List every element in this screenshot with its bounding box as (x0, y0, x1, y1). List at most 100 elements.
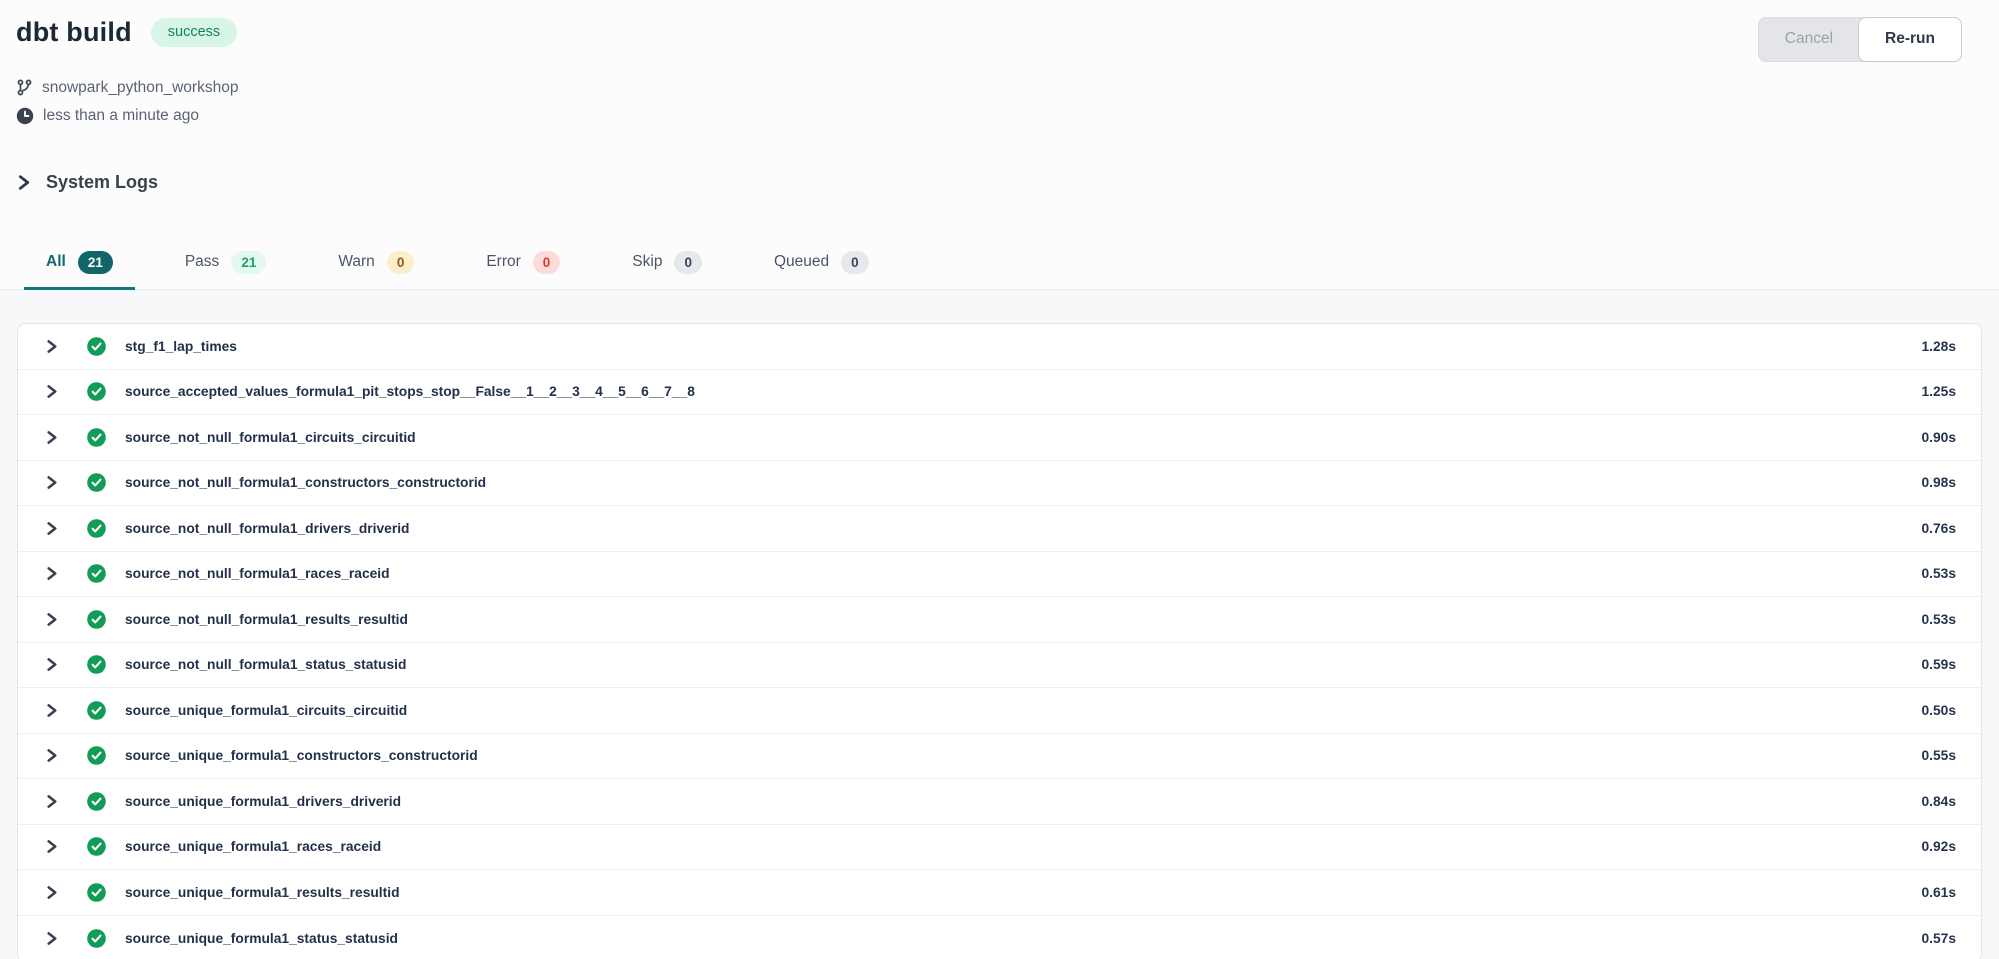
cancel-button[interactable]: Cancel (1759, 18, 1859, 61)
tab-warn[interactable]: Warn 0 (316, 251, 436, 291)
result-name: source_not_null_formula1_constructors_co… (125, 475, 486, 490)
tab-label: Warn (338, 253, 374, 271)
results-section: stg_f1_lap_times 1.28s source_accepted_v… (0, 290, 1999, 959)
table-row[interactable]: source_unique_formula1_circuits_circuiti… (18, 688, 1981, 734)
chevron-right-icon (16, 174, 31, 191)
tab-label: Skip (632, 253, 662, 271)
time-ago: less than a minute ago (43, 107, 199, 125)
table-row[interactable]: source_unique_formula1_constructors_cons… (18, 734, 1981, 780)
check-circle-icon (87, 929, 106, 948)
result-name: source_unique_formula1_status_statusid (125, 931, 398, 946)
check-circle-icon (87, 837, 106, 856)
expand-row-button[interactable] (42, 794, 60, 809)
tab-count-badge: 21 (78, 251, 113, 275)
tab-pass[interactable]: Pass 21 (163, 251, 289, 291)
result-name: source_not_null_formula1_drivers_driveri… (125, 521, 409, 536)
result-duration: 0.59s (1921, 657, 1956, 672)
table-row[interactable]: source_unique_formula1_drivers_driverid … (18, 779, 1981, 825)
run-meta: snowpark_python_workshop less than a min… (0, 62, 1999, 130)
chevron-right-icon (45, 384, 58, 399)
result-duration: 0.57s (1921, 931, 1956, 946)
result-duration: 0.50s (1921, 703, 1956, 718)
results-list: stg_f1_lap_times 1.28s source_accepted_v… (17, 323, 1982, 959)
chevron-right-icon (45, 657, 58, 672)
table-row[interactable]: source_not_null_formula1_drivers_driveri… (18, 506, 1981, 552)
table-row[interactable]: stg_f1_lap_times 1.28s (18, 324, 1981, 370)
expand-row-button[interactable] (42, 475, 60, 490)
tab-count-badge: 0 (387, 251, 415, 275)
rerun-button[interactable]: Re-run (1858, 17, 1962, 62)
tab-error[interactable]: Error 0 (464, 251, 582, 291)
tab-queued[interactable]: Queued 0 (752, 251, 891, 291)
chevron-right-icon (45, 339, 58, 354)
run-header: dbt build success Cancel Re-run snowpark… (0, 0, 1999, 290)
result-name: stg_f1_lap_times (125, 339, 237, 354)
expand-row-button[interactable] (42, 566, 60, 581)
result-duration: 0.53s (1921, 612, 1956, 627)
result-duration: 0.55s (1921, 748, 1956, 763)
check-circle-icon (87, 519, 106, 538)
expand-row-button[interactable] (42, 703, 60, 718)
chevron-right-icon (45, 475, 58, 490)
clock-icon (16, 107, 34, 125)
result-name: source_unique_formula1_races_raceid (125, 839, 381, 854)
table-row[interactable]: source_accepted_values_formula1_pit_stop… (18, 370, 1981, 416)
check-circle-icon (87, 883, 106, 902)
result-name: source_not_null_formula1_results_resulti… (125, 612, 408, 627)
expand-row-button[interactable] (42, 612, 60, 627)
chevron-right-icon (45, 885, 58, 900)
expand-row-button[interactable] (42, 657, 60, 672)
tab-count-badge: 0 (533, 251, 561, 275)
tab-label: Pass (185, 253, 219, 271)
branch-name: snowpark_python_workshop (42, 79, 238, 97)
check-circle-icon (87, 701, 106, 720)
result-duration: 0.98s (1921, 475, 1956, 490)
result-name: source_not_null_formula1_races_raceid (125, 566, 390, 581)
expand-row-button[interactable] (42, 931, 60, 946)
time-row: less than a minute ago (16, 102, 1999, 130)
table-row[interactable]: source_not_null_formula1_races_raceid 0.… (18, 552, 1981, 598)
tab-count-badge: 0 (841, 251, 869, 275)
table-row[interactable]: source_not_null_formula1_status_statusid… (18, 643, 1981, 689)
branch-row: snowpark_python_workshop (16, 74, 1999, 102)
status-tabs: All 21 Pass 21 Warn 0 Error 0 Skip 0 Que… (0, 251, 1999, 291)
expand-row-button[interactable] (42, 748, 60, 763)
check-circle-icon (87, 428, 106, 447)
result-name: source_not_null_formula1_status_statusid (125, 657, 406, 672)
git-branch-icon (16, 78, 33, 97)
chevron-right-icon (45, 566, 58, 581)
system-logs-toggle[interactable]: System Logs (16, 172, 1999, 193)
result-name: source_unique_formula1_drivers_driverid (125, 794, 401, 809)
check-circle-icon (87, 746, 106, 765)
expand-row-button[interactable] (42, 521, 60, 536)
page-title: dbt build (16, 17, 132, 48)
table-row[interactable]: source_not_null_formula1_constructors_co… (18, 461, 1981, 507)
check-circle-icon (87, 473, 106, 492)
table-row[interactable]: source_unique_formula1_status_statusid 0… (18, 916, 1981, 959)
expand-row-button[interactable] (42, 384, 60, 399)
result-duration: 1.25s (1921, 384, 1956, 399)
tab-all[interactable]: All 21 (24, 251, 135, 291)
table-row[interactable]: source_not_null_formula1_results_resulti… (18, 597, 1981, 643)
chevron-right-icon (45, 794, 58, 809)
check-circle-icon (87, 655, 106, 674)
tab-skip[interactable]: Skip 0 (610, 251, 724, 291)
table-row[interactable]: source_unique_formula1_results_resultid … (18, 870, 1981, 916)
expand-row-button[interactable] (42, 430, 60, 445)
result-name: source_not_null_formula1_circuits_circui… (125, 430, 416, 445)
chevron-right-icon (45, 703, 58, 718)
chevron-right-icon (45, 521, 58, 536)
result-name: source_unique_formula1_constructors_cons… (125, 748, 478, 763)
chevron-right-icon (45, 931, 58, 946)
check-circle-icon (87, 564, 106, 583)
table-row[interactable]: source_not_null_formula1_circuits_circui… (18, 415, 1981, 461)
chevron-right-icon (45, 430, 58, 445)
expand-row-button[interactable] (42, 885, 60, 900)
chevron-right-icon (45, 612, 58, 627)
result-duration: 0.53s (1921, 566, 1956, 581)
expand-row-button[interactable] (42, 839, 60, 854)
result-duration: 0.61s (1921, 885, 1956, 900)
tab-count-badge: 21 (231, 251, 266, 275)
expand-row-button[interactable] (42, 339, 60, 354)
table-row[interactable]: source_unique_formula1_races_raceid 0.92… (18, 825, 1981, 871)
